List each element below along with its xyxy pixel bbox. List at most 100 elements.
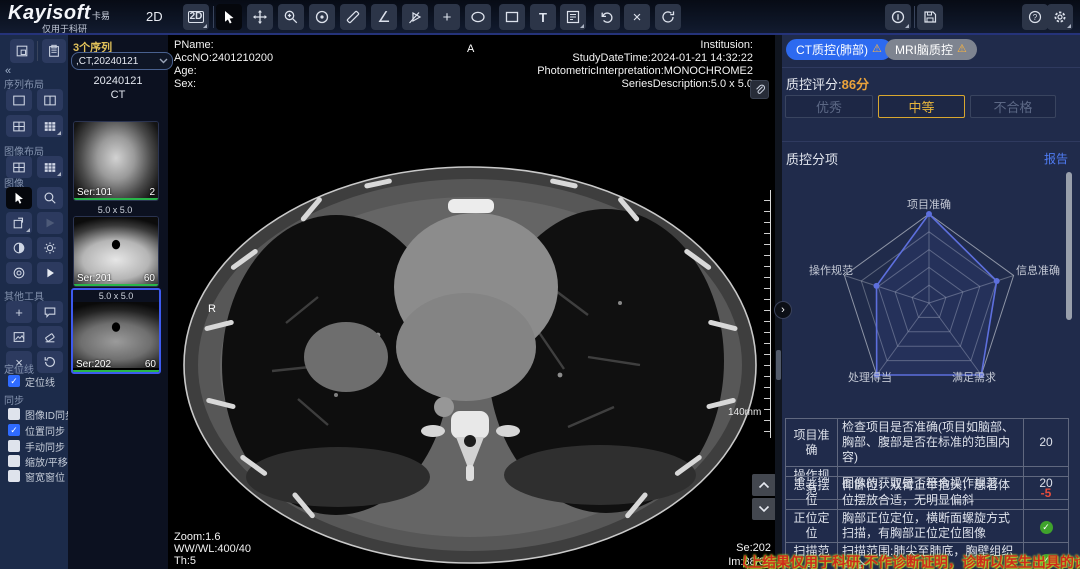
eraser-icon: [43, 330, 57, 344]
layout-1x2-button[interactable]: [37, 89, 63, 111]
tool-reset-button[interactable]: [655, 4, 681, 30]
image-tool-invert-button[interactable]: [6, 237, 32, 259]
grade-medium-button[interactable]: 中等: [878, 95, 965, 118]
checkbox-position-sync[interactable]: ✓ 位置同步: [8, 423, 65, 437]
pass-check-icon: ✓: [1040, 521, 1053, 534]
other-tool-snapshot-button[interactable]: [6, 326, 32, 348]
tool-cursor-button[interactable]: [216, 4, 242, 30]
left-sidebar: « 序列布局 图像布局: [0, 35, 68, 569]
chevron-down-icon: [758, 505, 770, 513]
play-icon: [43, 266, 57, 280]
scroll-up-button[interactable]: [752, 474, 775, 496]
scroll-down-button[interactable]: [752, 498, 775, 520]
other-tool-eraser-button[interactable]: [37, 326, 63, 348]
grade-fail-button[interactable]: 不合格: [970, 95, 1056, 118]
qc-panel: CT质控(肺部) ⚠ MRI脑质控 ⚠ 质控评分:86分 优秀 中等 不合格 质…: [782, 35, 1080, 569]
plus-icon: +: [15, 306, 23, 319]
attach-link-button[interactable]: [750, 80, 769, 99]
tool-angle-button[interactable]: ∠: [371, 4, 397, 30]
divider: [782, 67, 1080, 68]
layout-3x3-button[interactable]: [37, 115, 63, 137]
series-thumbnail-202-selected[interactable]: 5.0 x 5.0 Ser:202 60: [71, 288, 161, 374]
tool-text-button[interactable]: T: [530, 4, 556, 30]
settings-button[interactable]: [1047, 4, 1073, 30]
toolbar-separator: [914, 6, 915, 28]
image-tool-cine-play-button[interactable]: [37, 262, 63, 284]
checkbox-manual-sync[interactable]: ✓ 手动同步: [8, 439, 65, 453]
other-tool-comment-button[interactable]: [37, 301, 63, 323]
app-logo: Kayisoft卡易 仅用于科研: [8, 2, 110, 35]
image-tool-rotate-crop-button[interactable]: [6, 212, 32, 234]
image-tool-flip-button[interactable]: [37, 212, 63, 234]
checkbox-icon: ✓: [8, 375, 20, 387]
floppy-save-icon: [922, 9, 938, 25]
sidebar-report-button[interactable]: [42, 39, 66, 63]
snapshot-image-icon: [12, 330, 26, 344]
series-thumbnail-201[interactable]: Ser:201 60: [73, 216, 159, 287]
magnifier-plus-icon: [283, 9, 299, 25]
image-count: 2: [149, 187, 155, 198]
tool-undo-button[interactable]: [594, 4, 620, 30]
layout-2x2-button[interactable]: [6, 115, 32, 137]
image-tool-magnifier-button[interactable]: [37, 187, 63, 209]
image-tool-target-button[interactable]: [6, 262, 32, 284]
image-layout-3x3-button[interactable]: [37, 156, 63, 178]
rotate-crop-icon: [12, 216, 26, 230]
checkbox-label: 定位线: [25, 374, 55, 389]
series-thumbnail-101[interactable]: Ser:101 2: [73, 121, 159, 201]
layout-grid-icon: [15, 44, 29, 58]
image-count: 60: [144, 273, 155, 284]
info-button[interactable]: [885, 4, 911, 30]
viewport-scrollbar-thumb[interactable]: [776, 350, 781, 380]
series-number: Ser:202: [76, 359, 111, 370]
layout-1x1-button[interactable]: [6, 89, 32, 111]
tool-annotation-button[interactable]: [560, 4, 586, 30]
checkbox-image-id-sync[interactable]: ✓ 图像ID同步: [8, 407, 75, 421]
grade-excellent-button[interactable]: 优秀: [785, 95, 873, 118]
tab-mri-qc[interactable]: MRI脑质控 ⚠: [885, 39, 977, 60]
checkbox-window-sync[interactable]: ✓ 窗宽窗位: [8, 469, 65, 483]
ruler-icon: [345, 9, 361, 25]
checkbox-localizer-line[interactable]: ✓ 定位线: [8, 374, 55, 388]
text-icon: T: [539, 11, 547, 24]
qc-item-desc: 胸部正位定位，横断面螺旋方式扫描，有胸部正位定位图像: [838, 510, 1024, 543]
help-button[interactable]: ?: [1022, 4, 1048, 30]
study-select[interactable]: ,CT,20240121: [71, 52, 173, 70]
checkbox-icon: ✓: [8, 408, 20, 420]
scale-ruler: [764, 190, 771, 438]
chevron-up-icon: [758, 481, 770, 489]
other-tool-reset-button[interactable]: [37, 351, 63, 373]
tool-zoom-button[interactable]: [278, 4, 304, 30]
qc-score-label: 质控评分:: [786, 77, 842, 92]
expand-panel-button[interactable]: ›: [774, 301, 792, 319]
other-tool-add-button[interactable]: +: [6, 301, 32, 323]
tab-label: CT质控(肺部): [796, 41, 868, 58]
checkbox-zoom-pan-sync[interactable]: ✓ 缩放/平移: [8, 454, 68, 468]
report-link[interactable]: 报告: [1044, 150, 1068, 167]
tool-length-button[interactable]: [340, 4, 366, 30]
tool-pan-button[interactable]: [247, 4, 273, 30]
sidebar-layout-button[interactable]: [10, 39, 34, 63]
tool-rectangle-button[interactable]: [499, 4, 525, 30]
tool-cobb-angle-button[interactable]: [402, 4, 428, 30]
tool-window-level-button[interactable]: [309, 4, 335, 30]
tool-2d-button[interactable]: 2D: [183, 4, 209, 30]
warning-icon: ⚠: [872, 44, 882, 55]
question-icon: ?: [1027, 9, 1043, 25]
tool-delete-button[interactable]: ×: [624, 4, 650, 30]
save-button[interactable]: [917, 4, 943, 30]
image-tool-brightness-button[interactable]: [37, 237, 63, 259]
tool-ellipse-button[interactable]: [465, 4, 491, 30]
cursor-icon: [12, 191, 26, 205]
app-window: Kayisoft卡易 仅用于科研 2D 2D ∠: [0, 0, 1080, 569]
image-tool-cursor-button[interactable]: [6, 187, 32, 209]
tool-crosshair-button[interactable]: +: [434, 4, 460, 30]
radar-label: 项目准确: [889, 196, 969, 212]
qc-item-name: 患者摆位: [786, 477, 838, 510]
photometric-interpretation: PhotometricInterpretation:MONOCHROME2: [537, 65, 753, 78]
tab-ct-qc[interactable]: CT质控(肺部) ⚠: [786, 39, 892, 60]
image-viewport[interactable]: PName: AccNO:2401210200 Age: Sex: Instit…: [168, 35, 775, 569]
qc-item-score: ✓: [1024, 510, 1069, 543]
section-title: 同步: [4, 392, 24, 407]
accession-number: AccNO:2401210200: [174, 52, 273, 65]
